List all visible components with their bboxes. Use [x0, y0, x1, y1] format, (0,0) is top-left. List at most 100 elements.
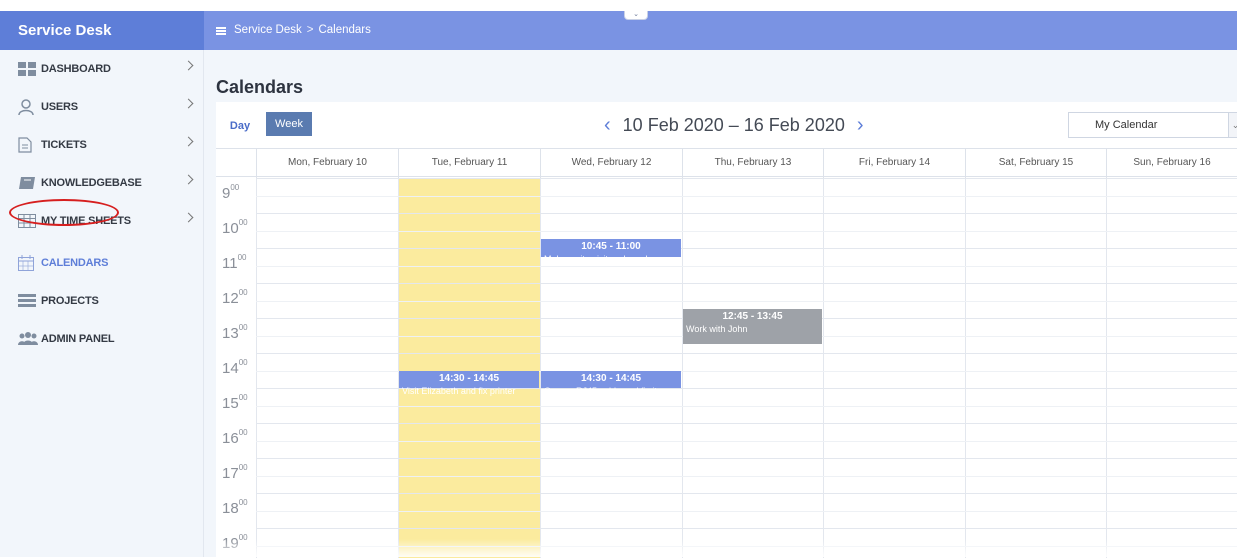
chevron-right-icon [183, 212, 194, 223]
hour-label: 900 [222, 183, 240, 202]
page-title: Calendars [216, 77, 304, 97]
day-column-divider [398, 178, 399, 558]
sidebar-item-label: CALENDARS [41, 257, 109, 269]
sidebar-item-label: KNOWLEDGEBASE [41, 177, 142, 189]
hour-label: 1000 [222, 218, 248, 237]
chevron-down-icon[interactable]: ⌄ [1228, 113, 1237, 137]
hour-label-minutes: 00 [238, 498, 248, 507]
next-week-arrow-icon[interactable]: › [857, 114, 864, 137]
day-header-fri: Fri, February 14 [823, 149, 965, 178]
day-header-tue: Tue, February 11 [398, 149, 540, 178]
half-hour-gridline [256, 475, 1237, 477]
hour-gridline [256, 248, 1237, 249]
sidebar-item-label: USERS [41, 101, 78, 113]
brand-title[interactable]: Service Desk [0, 11, 204, 50]
sidebar-item-admin-panel[interactable]: ADMIN PANEL [0, 320, 204, 358]
hour-label-minutes: 00 [238, 288, 248, 297]
half-hour-gridline [256, 300, 1237, 302]
day-header-wed: Wed, February 12 [540, 149, 682, 178]
main-content: Calendars Day Week ‹ 10 Feb 2020 – 16 Fe… [204, 50, 1237, 558]
hour-label-minutes: 00 [238, 428, 248, 437]
day-column-divider [965, 178, 966, 558]
calendar-select-value: My Calendar [1095, 119, 1158, 131]
breadcrumb-root[interactable]: Service Desk [234, 11, 302, 50]
sidebar-item-users[interactable]: USERS [0, 88, 204, 126]
sidebar-item-dashboard[interactable]: DASHBOARD [0, 50, 204, 88]
sidebar-item-knowledgebase[interactable]: KNOWLEDGEBASE [0, 164, 204, 202]
timesheet-icon [18, 213, 38, 229]
event-time: 12:45 - 13:45 [722, 311, 783, 323]
half-hour-gridline [256, 510, 1237, 512]
hour-label: 1200 [222, 288, 248, 307]
hour-label: 1700 [222, 463, 248, 482]
book-icon [18, 175, 38, 191]
hour-label: 1800 [222, 498, 248, 517]
day-column-divider [682, 178, 683, 558]
sidebar-item-calendars[interactable]: CALENDARS [0, 244, 204, 282]
week-grid: Mon, February 10 Tue, February 11 Wed, F… [216, 148, 1237, 558]
date-range-label: 10 Feb 2020 – 16 Feb 2020 [622, 115, 845, 135]
bottom-fade [216, 539, 1237, 557]
week-view-button[interactable]: Week [266, 112, 312, 136]
half-hour-gridline [256, 265, 1237, 267]
sidebar-item-label: PROJECTS [41, 295, 99, 307]
hour-label-minutes: 00 [237, 253, 247, 262]
collapse-header-chevron-icon[interactable]: ⌄ [624, 11, 648, 20]
hour-label: 1500 [222, 393, 248, 412]
chevron-right-icon [183, 136, 194, 147]
calendar-select[interactable]: My Calendar ⌄ [1068, 112, 1237, 138]
sidebar: DASHBOARD USERS TICKETS KNOWLEDGEBASE MY… [0, 50, 204, 557]
menu-icon[interactable] [216, 26, 226, 35]
sidebar-item-label: DASHBOARD [41, 63, 111, 75]
hour-label: 1300 [222, 323, 248, 342]
event-title: Carry a RJ45 cable and fix it [544, 385, 658, 396]
hour-label-minutes: 00 [238, 323, 248, 332]
calendar-event[interactable]: 12:45 - 13:45 Work with John [683, 309, 822, 345]
half-hour-gridline [256, 195, 1237, 197]
event-time: 14:30 - 14:45 [438, 372, 500, 384]
hour-gridline [256, 353, 1237, 354]
prev-week-arrow-icon[interactable]: ‹ [604, 114, 611, 137]
half-hour-gridline [256, 405, 1237, 407]
breadcrumb: Service Desk > Calendars [216, 11, 371, 50]
event-time: 14:30 - 14:45 [580, 372, 642, 384]
breadcrumb-current: Calendars [318, 24, 371, 36]
sidebar-item-my-time-sheets[interactable]: MY TIME SHEETS [0, 202, 204, 240]
day-column-divider [540, 178, 541, 558]
hour-label-minutes: 00 [238, 463, 248, 472]
ticket-icon [18, 137, 38, 153]
hour-gridline [256, 528, 1237, 529]
day-view-button[interactable]: Day [222, 114, 258, 138]
sidebar-item-label: TICKETS [41, 139, 87, 151]
hour-label: 1100 [222, 253, 247, 272]
hour-gridline [256, 458, 1237, 459]
calendar-event[interactable]: 10:45 - 11:00 Make a site visit and resol… [541, 239, 681, 264]
sidebar-item-label: ADMIN PANEL [41, 333, 115, 345]
hour-gridline [256, 423, 1237, 424]
day-header-row: Mon, February 10 Tue, February 11 Wed, F… [216, 148, 1237, 178]
top-bar: Service Desk Service Desk > Calendars ⌄ [0, 11, 1237, 50]
chevron-right-icon [183, 174, 194, 185]
dashboard-icon [18, 61, 38, 77]
admin-users-icon [18, 331, 38, 347]
sidebar-item-tickets[interactable]: TICKETS [0, 126, 204, 164]
today-column-highlight [398, 178, 540, 558]
sidebar-item-label: MY TIME SHEETS [41, 215, 131, 227]
day-column-divider [1106, 178, 1107, 558]
calendar-event[interactable]: 14:30 - 14:45 Carry a RJ45 cable and fix … [541, 370, 681, 396]
hour-label-minutes: 00 [230, 183, 240, 192]
hour-label: 1400 [222, 358, 248, 377]
breadcrumb-separator: > [306, 24, 314, 36]
day-column-divider [256, 178, 257, 558]
hour-gridline [256, 178, 1237, 179]
calendar-event[interactable]: 14:30 - 14:45 Visit Elizabeth and fix pri… [399, 370, 539, 396]
hour-label-minutes: 00 [238, 393, 248, 402]
sidebar-item-projects[interactable]: PROJECTS [0, 282, 204, 320]
date-range-nav: ‹ 10 Feb 2020 – 16 Feb 2020 › [604, 114, 864, 137]
day-header-sun: Sun, February 16 [1106, 149, 1237, 178]
user-icon [18, 99, 38, 115]
hour-label: 1600 [222, 428, 248, 447]
event-title: Visit Elizabeth and fix printer [402, 385, 516, 396]
half-hour-gridline [256, 440, 1237, 442]
day-header-sat: Sat, February 15 [965, 149, 1106, 178]
